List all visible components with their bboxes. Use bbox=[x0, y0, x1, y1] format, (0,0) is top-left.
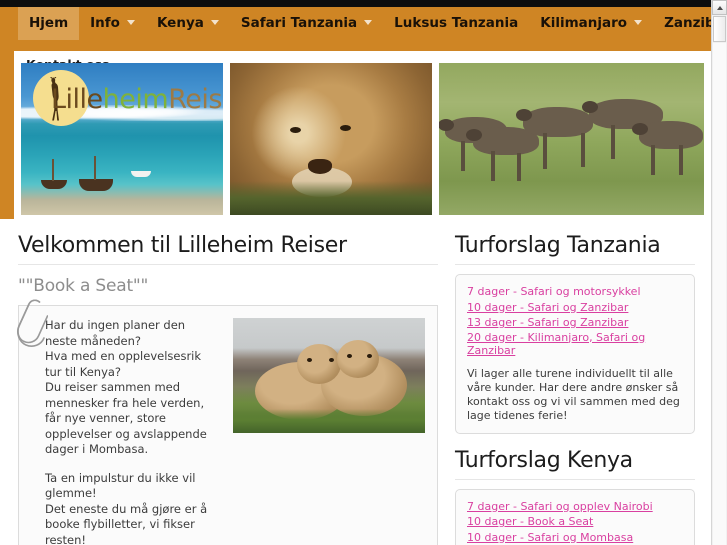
kenya-tour-link-2[interactable]: 10 dager - Book a Seat bbox=[467, 515, 593, 529]
logo-part-lille: Lille bbox=[51, 84, 103, 115]
list-item: 7 dager - Safari og motorsykkel bbox=[467, 284, 683, 299]
list-item: 7 dager - Safari og opplev Nairobi bbox=[467, 499, 683, 514]
note-text-block: Har du ingen planer den neste måneden? Hv… bbox=[45, 318, 219, 545]
nav-item-luksus-tanzania[interactable]: Luksus Tanzania bbox=[383, 7, 529, 40]
list-item: 10 dager - Book a Seat bbox=[467, 514, 683, 529]
wildebeest-migration-photo bbox=[439, 63, 704, 215]
banner-image-row: LilleheimReiser bbox=[21, 63, 704, 215]
left-column: Velkommen til Lilleheim Reiser ""Book a … bbox=[17, 219, 438, 545]
wildebeest-leg bbox=[543, 133, 547, 169]
scrollbar-track[interactable] bbox=[713, 43, 726, 545]
nav-item-kenya[interactable]: Kenya bbox=[146, 7, 230, 40]
kenya-tour-link-1[interactable]: 7 dager - Safari og opplev Nairobi bbox=[467, 500, 653, 514]
wildebeest bbox=[632, 121, 703, 149]
nav-item-hjem[interactable]: Hjem bbox=[18, 7, 80, 40]
scroll-up-button[interactable] bbox=[712, 0, 727, 15]
lion-cub-head bbox=[337, 340, 379, 378]
tanzania-tour-box: 7 dager - Safari og motorsykkel 10 dager … bbox=[455, 274, 695, 434]
tanzania-link-list: 7 dager - Safari og motorsykkel 10 dager … bbox=[467, 284, 683, 358]
book-a-seat-subtitle: ""Book a Seat"" bbox=[18, 276, 149, 296]
tanzania-tour-link-2[interactable]: 10 dager - Safari og Zanzibar bbox=[467, 301, 628, 315]
list-item: 20 dager - Kilimanjaro, Safari og Zanzib… bbox=[467, 331, 683, 358]
paperclip-icon bbox=[17, 299, 48, 347]
kenya-link-list: 7 dager - Safari og opplev Nairobi 10 dag… bbox=[467, 499, 683, 545]
chevron-down-icon bbox=[634, 19, 643, 25]
header-banner-panel: Kontakt oss LilleheimReiser bbox=[14, 51, 711, 219]
lion-cub-eye bbox=[367, 354, 372, 358]
logo-part-reiser: Reiser bbox=[168, 84, 223, 115]
right-sidebar: Turforslag Tanzania 7 dager - Safari og … bbox=[455, 219, 695, 545]
tanzania-tour-link-1[interactable]: 7 dager - Safari og motorsykkel bbox=[467, 285, 641, 299]
page-title: Velkommen til Lilleheim Reiser bbox=[18, 219, 438, 265]
note-paragraph-1: Har du ingen planer den neste måneden? Hv… bbox=[45, 318, 207, 456]
motorboat bbox=[131, 171, 151, 177]
lion-nose bbox=[308, 159, 332, 174]
logo-wordmark: LilleheimReiser bbox=[51, 84, 223, 115]
nav-item-kilimanjaro[interactable]: Kilimanjaro bbox=[529, 7, 653, 40]
list-item: 10 dager - Safari og Mombasa bbox=[467, 530, 683, 545]
wildebeest-leg bbox=[461, 141, 465, 171]
nav-item-label: Safari Tanzania bbox=[240, 15, 358, 31]
top-black-strip bbox=[0, 0, 711, 7]
nav-item-label: Kenya bbox=[156, 15, 204, 31]
scrollbar-thumb[interactable] bbox=[713, 16, 726, 42]
lion-cub-eye bbox=[307, 358, 312, 362]
wildebeest-leg bbox=[491, 151, 495, 181]
tanzania-tour-link-4[interactable]: 20 dager - Kilimanjaro, Safari og Zanzib… bbox=[467, 331, 683, 358]
scroll-up-arrow-icon bbox=[717, 6, 723, 10]
logo-part-heim: heim bbox=[102, 84, 169, 115]
nav-item-label: Info bbox=[90, 15, 120, 31]
tanzania-tour-link-3[interactable]: 13 dager - Safari og Zanzibar bbox=[467, 316, 628, 330]
lion-cub-head bbox=[297, 344, 341, 384]
wildebeest-leg bbox=[517, 153, 521, 181]
lion-portrait-photo bbox=[230, 63, 432, 215]
nav-item-label: Hjem bbox=[29, 15, 69, 31]
list-item: 13 dager - Safari og Zanzibar bbox=[467, 315, 683, 330]
grass-foreground bbox=[230, 181, 432, 215]
vertical-scrollbar[interactable] bbox=[711, 0, 727, 545]
chevron-down-icon bbox=[126, 19, 135, 25]
chevron-down-icon bbox=[364, 19, 373, 25]
grass-foreground bbox=[233, 409, 425, 433]
wildebeest-leg bbox=[679, 145, 683, 175]
sidebar-title-tanzania: Turforslag Tanzania bbox=[455, 219, 695, 265]
nav-item-info[interactable]: Info bbox=[79, 7, 146, 40]
dhow-boat bbox=[79, 179, 113, 191]
tanzania-note: Vi lager alle turene individuellt til al… bbox=[467, 366, 680, 422]
lion-eye bbox=[290, 127, 301, 133]
nav-item-safari-tanzania[interactable]: Safari Tanzania bbox=[230, 7, 383, 40]
browser-page: Hjem Info Kenya Safari Tanzania Luksus Tanza… bbox=[0, 0, 727, 545]
note-paragraph-2: Ta en impulstur du ikke vil glemme! Det e… bbox=[45, 470, 208, 545]
lion-cub-eye bbox=[347, 354, 352, 358]
nav-item-label: Kilimanjaro bbox=[540, 15, 628, 31]
book-a-seat-note-box: Har du ingen planer den neste måneden? Hv… bbox=[17, 299, 438, 545]
nav-item-label: Luksus Tanzania bbox=[394, 15, 519, 31]
chevron-down-icon bbox=[210, 19, 219, 25]
main-navigation: Hjem Info Kenya Safari Tanzania Luksus Tanza… bbox=[0, 7, 727, 40]
lion-eye bbox=[340, 125, 351, 131]
main-content-area: Velkommen til Lilleheim Reiser ""Book a … bbox=[0, 219, 711, 545]
kenya-tour-link-3[interactable]: 10 dager - Safari og Mombasa bbox=[467, 531, 633, 545]
dhow-mast bbox=[52, 159, 54, 181]
lion-cubs-photo bbox=[233, 318, 425, 433]
wildebeest-leg bbox=[651, 145, 655, 175]
beach-dhow-boats-photo: LilleheimReiser bbox=[21, 63, 223, 215]
lion-cub-eye bbox=[329, 358, 334, 362]
wildebeest-leg bbox=[611, 125, 615, 159]
wildebeest-leg bbox=[581, 133, 585, 167]
sidebar-title-kenya: Turforslag Kenya bbox=[455, 434, 695, 480]
list-item: 10 dager - Safari og Zanzibar bbox=[467, 300, 683, 315]
kenya-tour-box: 7 dager - Safari og opplev Nairobi 10 dag… bbox=[455, 488, 695, 545]
dhow-boat bbox=[41, 180, 67, 189]
dhow-mast bbox=[94, 156, 96, 180]
